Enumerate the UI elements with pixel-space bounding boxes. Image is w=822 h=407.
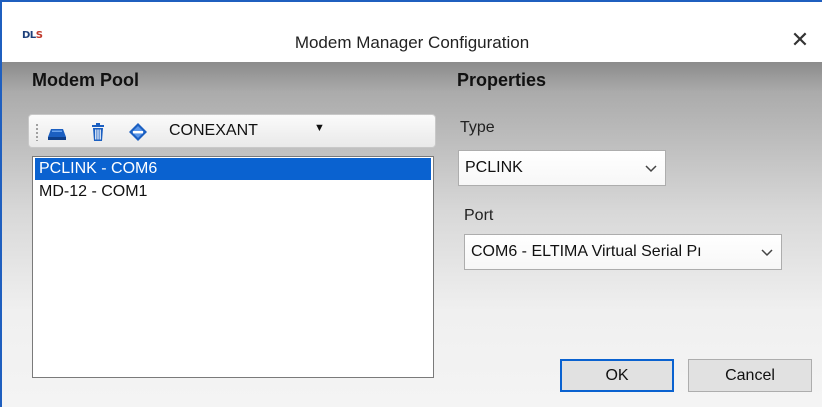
chevron-down-icon: [761, 245, 773, 263]
properties-title: Properties: [457, 70, 547, 90]
modem-list[interactable]: PCLINK - COM6 MD-12 - COM1: [32, 156, 434, 378]
delete-icon[interactable]: [87, 122, 109, 142]
modem-pool-title: Modem Pool: [32, 70, 139, 90]
combo-dropdown-icon[interactable]: ▼: [314, 122, 325, 134]
toolbar-grip[interactable]: [35, 123, 39, 141]
type-label: Type: [460, 119, 495, 136]
cancel-button[interactable]: Cancel: [688, 359, 812, 392]
dialog-window: DLS Modem Manager Configuration ✕ Modem …: [0, 0, 822, 407]
window-title: Modem Manager Configuration: [294, 33, 530, 52]
port-select[interactable]: COM6 - ELTIMA Virtual Serial Pı: [464, 234, 782, 270]
type-select[interactable]: PCLINK: [458, 150, 666, 186]
close-button[interactable]: ✕: [786, 26, 814, 54]
chevron-down-icon: [645, 161, 657, 179]
list-item[interactable]: PCLINK - COM6: [35, 158, 431, 180]
modem-pool-toolbar: CONEXANT ▼: [28, 114, 436, 148]
modem-properties-icon[interactable]: [127, 122, 149, 142]
title-bar[interactable]: DLS Modem Manager Configuration ✕: [2, 2, 822, 62]
add-modem-icon[interactable]: [46, 122, 68, 142]
type-select-value: PCLINK: [465, 159, 523, 176]
port-select-value: COM6 - ELTIMA Virtual Serial Pı: [471, 243, 702, 260]
ok-button[interactable]: OK: [560, 359, 674, 392]
dialog-body: Modem Pool CONEXANT ▼ PCLINK - COM6 MD-1…: [2, 62, 822, 407]
list-item[interactable]: MD-12 - COM1: [35, 181, 431, 203]
modem-type-combo[interactable]: CONEXANT: [169, 122, 258, 140]
port-label: Port: [464, 207, 494, 224]
